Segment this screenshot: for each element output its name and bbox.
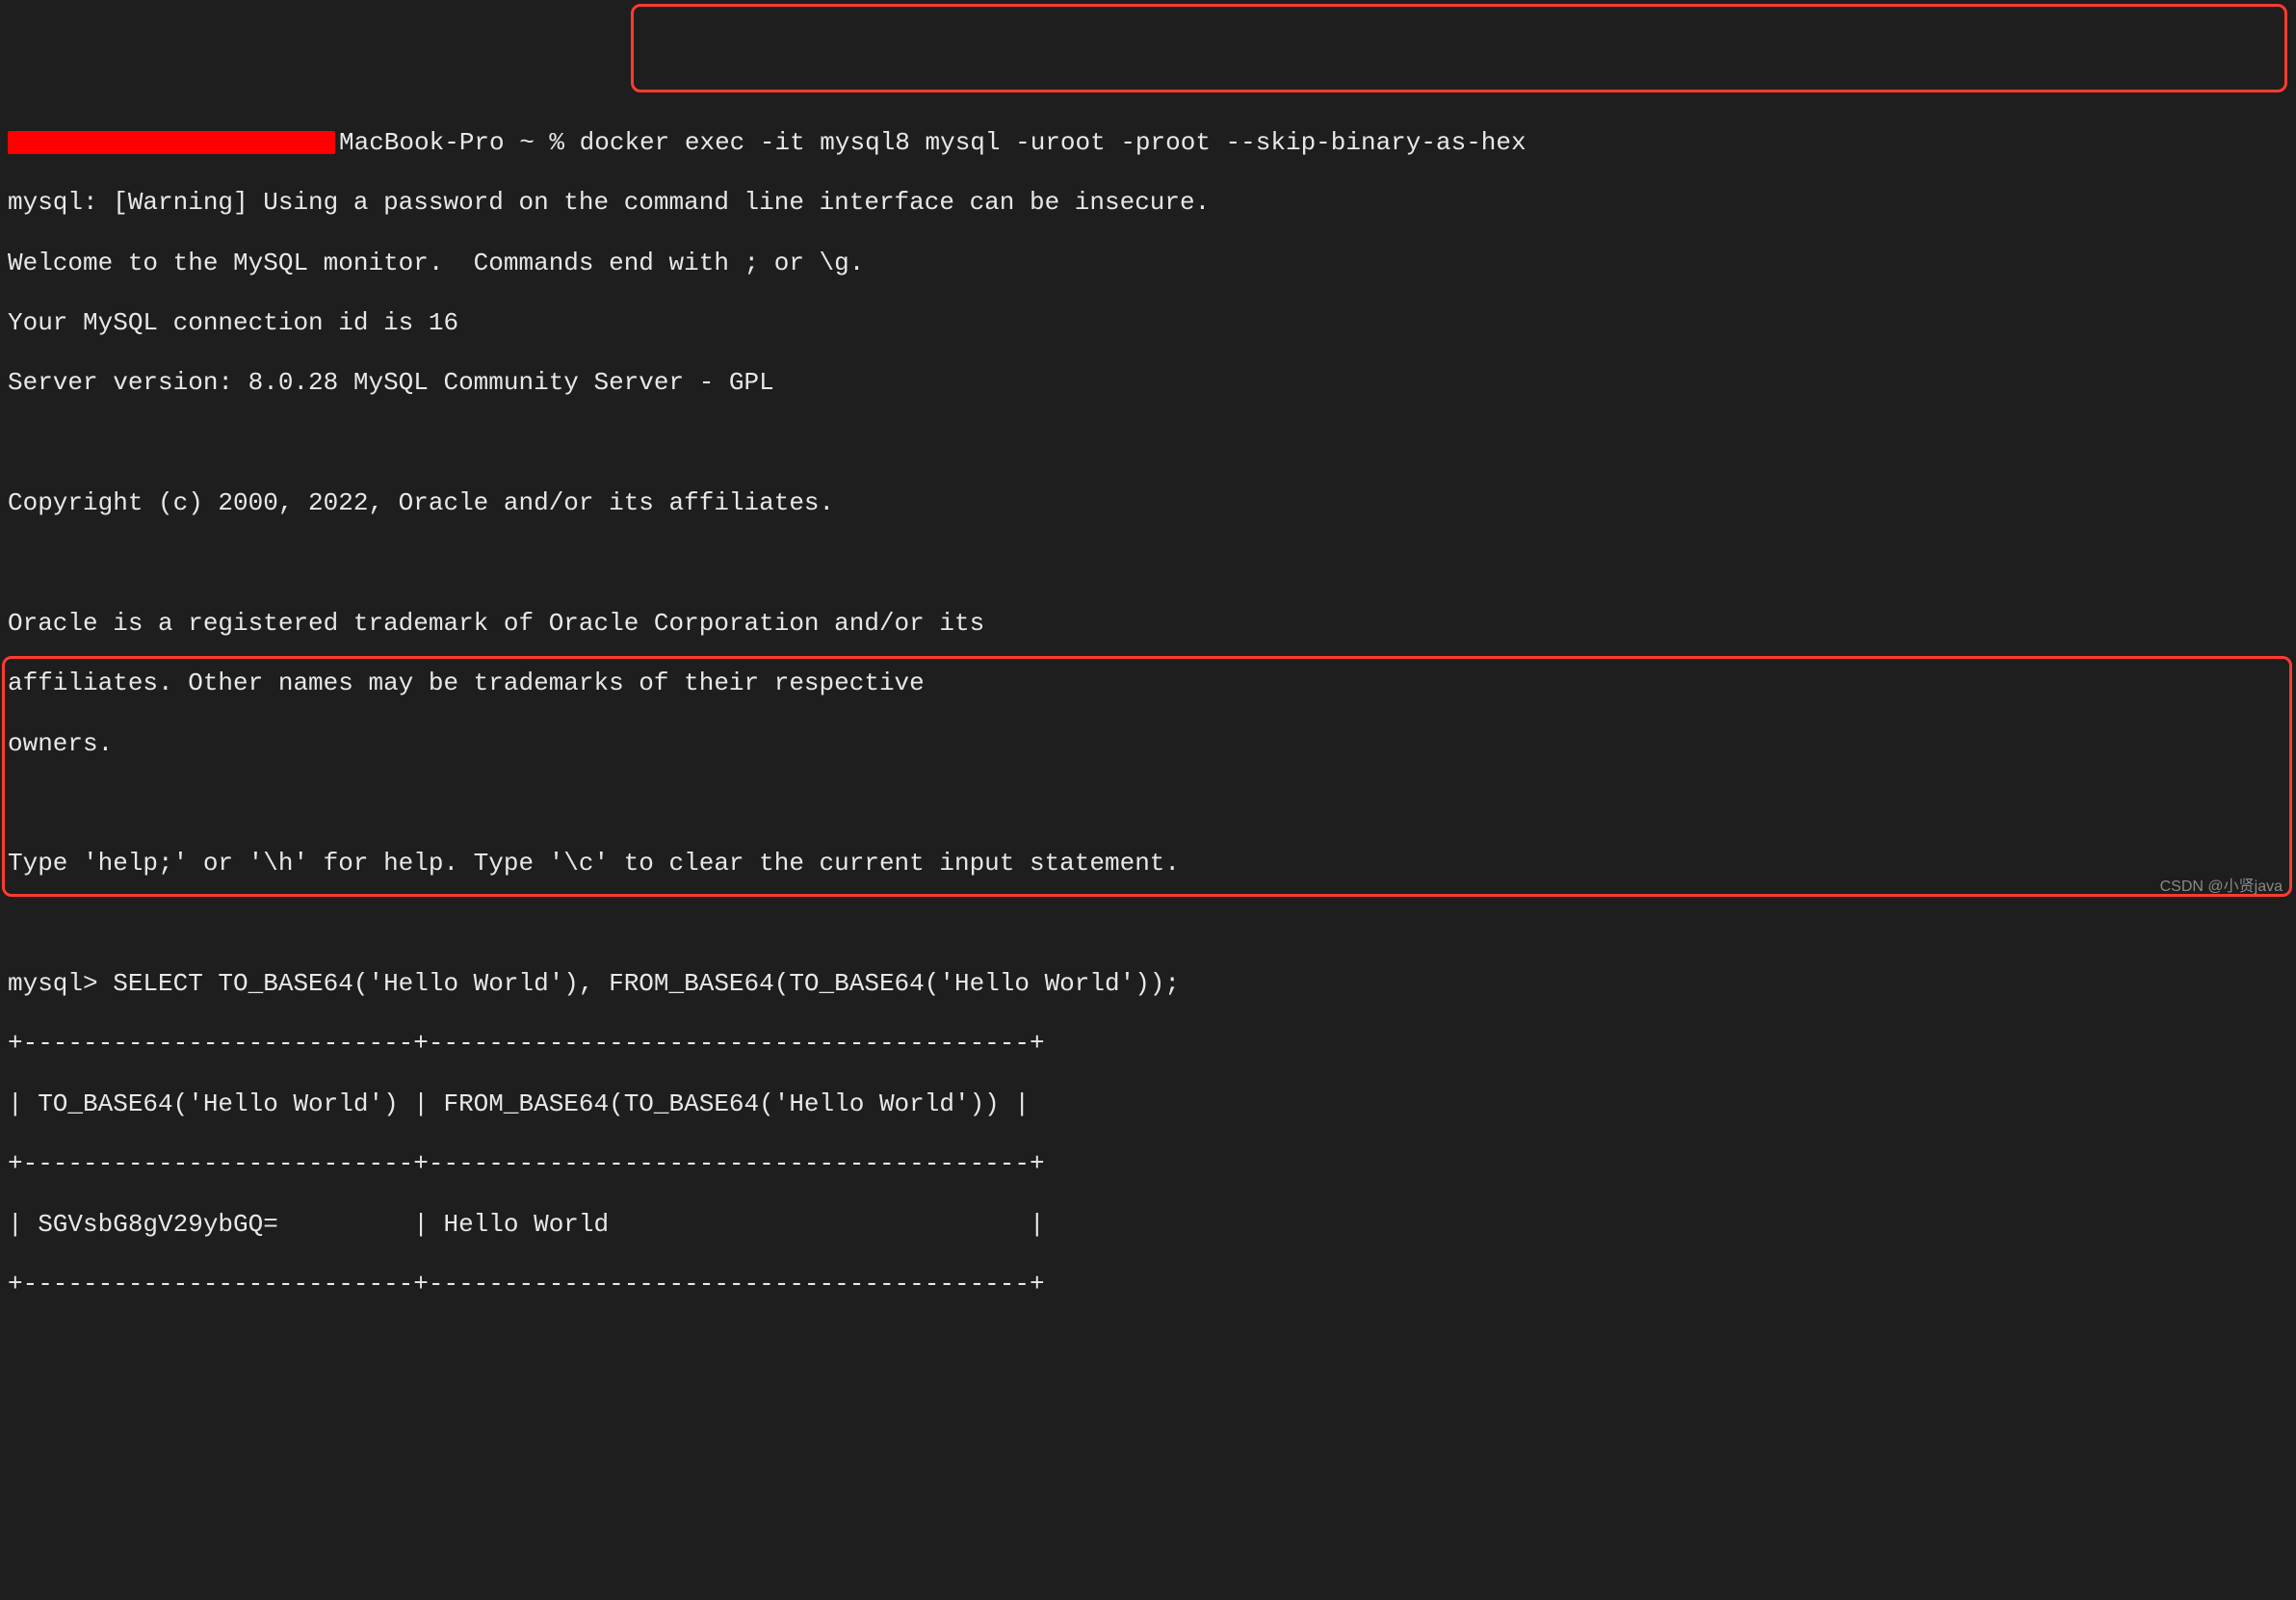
watermark: CSDN @小贤java: [2160, 878, 2283, 896]
blank-line: [8, 429, 2288, 459]
shell-prompt-line[interactable]: MacBook-Pro ~ % docker exec -it mysql8 m…: [8, 128, 2288, 158]
mysql-connection-id: Your MySQL connection id is 16: [8, 308, 2288, 338]
redacted-username: [8, 131, 335, 154]
highlight-box-command: [631, 4, 2287, 92]
mysql-trademark-1: Oracle is a registered trademark of Orac…: [8, 609, 2288, 639]
mysql-trademark-2: affiliates. Other names may be trademark…: [8, 669, 2288, 698]
mysql-copyright: Copyright (c) 2000, 2022, Oracle and/or …: [8, 488, 2288, 518]
mysql-query-line[interactable]: mysql> SELECT TO_BASE64('Hello World'), …: [8, 969, 2288, 999]
mysql-help-hint: Type 'help;' or '\h' for help. Type '\c'…: [8, 849, 2288, 879]
table-border-top: +--------------------------+------------…: [8, 1029, 2288, 1059]
mysql-trademark-3: owners.: [8, 729, 2288, 759]
table-border-mid: +--------------------------+------------…: [8, 1149, 2288, 1179]
blank-line: [8, 909, 2288, 939]
mysql-prompt: mysql>: [8, 969, 113, 998]
mysql-welcome: Welcome to the MySQL monitor. Commands e…: [8, 249, 2288, 278]
table-header-row: | TO_BASE64('Hello World') | FROM_BASE64…: [8, 1089, 2288, 1119]
shell-command: docker exec -it mysql8 mysql -uroot -pro…: [580, 128, 1526, 157]
hostname-prompt: MacBook-Pro ~ %: [339, 128, 580, 157]
table-data-row: | SGVsbG8gV29ybGQ= | Hello World |: [8, 1210, 2288, 1240]
blank-line: [8, 789, 2288, 819]
blank-line: [8, 548, 2288, 578]
mysql-server-version: Server version: 8.0.28 MySQL Community S…: [8, 368, 2288, 398]
mysql-warning: mysql: [Warning] Using a password on the…: [8, 188, 2288, 218]
sql-statement: SELECT TO_BASE64('Hello World'), FROM_BA…: [113, 969, 1180, 998]
table-border-bottom: +--------------------------+------------…: [8, 1270, 2288, 1299]
